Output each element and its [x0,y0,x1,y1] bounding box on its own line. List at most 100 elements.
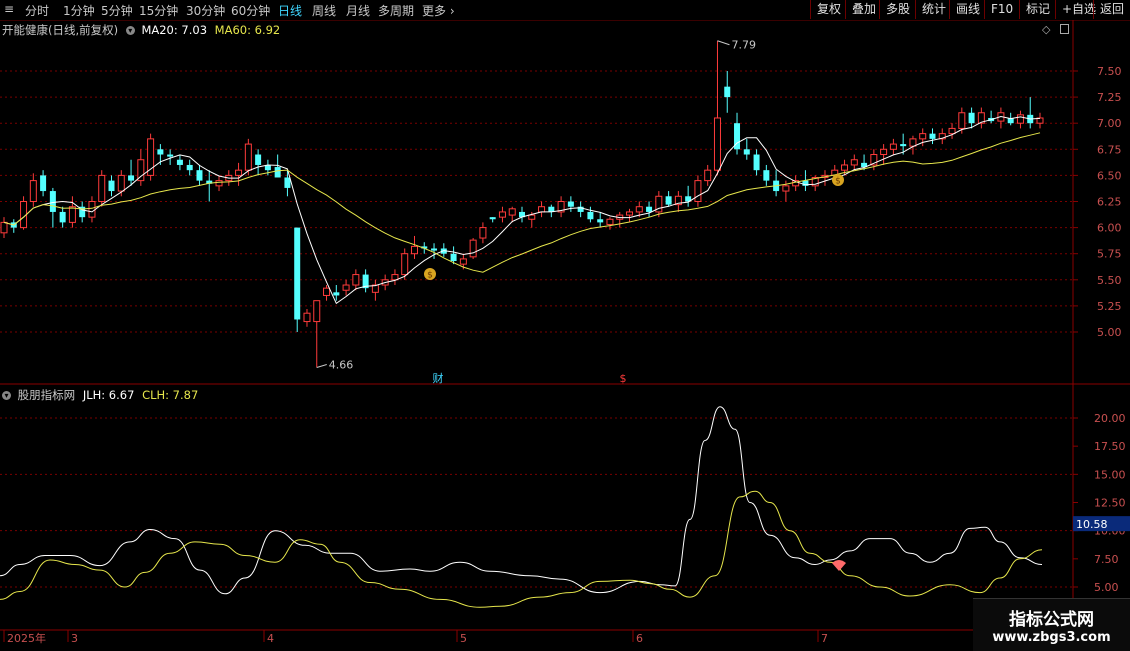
diamond-icon[interactable]: ◇ [1042,23,1050,36]
date-label: 4 [267,632,274,645]
candle-body[interactable] [29,180,37,202]
candle-body[interactable] [1016,114,1024,124]
candle-body[interactable] [919,133,927,140]
candle-body[interactable] [137,159,145,182]
period-tab[interactable]: 60分钟 [231,2,270,19]
candle-body[interactable] [244,143,252,171]
period-tab[interactable]: 多周期 [378,2,414,19]
candle-body[interactable] [342,284,350,291]
candle-body[interactable] [333,292,340,296]
candle-body[interactable] [274,167,281,178]
stock-title[interactable]: 开能健康(日线,前复权) [2,23,118,37]
candle-body[interactable] [743,149,750,155]
toolbar-button[interactable]: F10 [984,0,1019,19]
candle-body[interactable] [479,227,487,239]
candle-body[interactable] [646,206,653,212]
candle-body[interactable] [498,211,506,218]
toolbar-button[interactable]: 画线 [949,0,984,19]
candle-body[interactable] [108,180,115,192]
candle-body[interactable] [597,219,604,223]
period-tab[interactable]: 日线 [278,2,302,19]
dropdown-icon[interactable]: ▾ [125,26,135,35]
candle-body[interactable] [68,206,76,223]
period-tab[interactable]: 30分钟 [186,2,225,19]
toolbar-button[interactable]: 多股 [879,0,915,19]
candle-body[interactable] [0,221,8,234]
indicator-title[interactable]: 股朋指标网 [18,388,76,402]
candle-body[interactable] [323,287,331,296]
candle-body[interactable] [147,138,155,176]
candle-body[interactable] [235,169,243,176]
candle-body[interactable] [186,164,193,171]
toolbar-button[interactable]: 标记 [1019,0,1055,19]
candle-body[interactable] [538,206,546,213]
period-tab[interactable]: 分时 [25,2,49,19]
candle-body[interactable] [606,218,614,225]
period-tab[interactable]: 周线 [312,2,336,19]
candle-body[interactable] [958,112,966,129]
candle-body[interactable] [49,191,56,212]
candle-body[interactable] [59,211,66,223]
candle-body[interactable] [40,175,47,192]
candle-body[interactable] [841,164,849,171]
candle-body[interactable] [176,159,183,165]
candle-body[interactable] [401,253,409,276]
candle-body[interactable] [880,148,888,156]
candle-body[interactable] [450,253,457,262]
candle-body[interactable] [88,201,96,218]
menu-icon[interactable]: ≡ [4,2,14,16]
candle-body[interactable] [850,159,858,166]
candle-body[interactable] [508,208,516,216]
candle-body[interactable] [968,112,975,124]
candle-body[interactable] [665,196,672,205]
candle-body[interactable] [352,274,360,286]
candle-body[interactable] [704,169,712,182]
candle-body[interactable] [929,133,936,139]
toolbar-button[interactable]: 复权 [810,0,845,19]
candle-body[interactable] [469,239,477,258]
candle-body[interactable] [635,206,643,213]
candle-body[interactable] [215,180,223,187]
candle-body[interactable] [98,174,106,202]
candle-body[interactable] [255,154,262,165]
candle-body[interactable] [694,180,702,202]
candle-body[interactable] [196,170,203,181]
candle-body[interactable] [753,154,760,171]
candle-body[interactable] [724,86,731,98]
candle-body[interactable] [626,211,634,216]
candle-body[interactable] [900,144,907,147]
candle-body[interactable] [157,149,164,155]
candle-body[interactable] [909,138,917,147]
period-tab[interactable]: 5分钟 [101,2,133,19]
candle-body[interactable] [489,217,496,220]
dropdown-icon[interactable]: ▾ [2,391,11,400]
candle-body[interactable] [303,312,311,323]
candle-body[interactable] [528,214,536,220]
candle-body[interactable] [889,143,897,150]
period-tab[interactable]: 更多 › [422,2,455,19]
toolbar-button[interactable]: 返回 [1093,0,1130,19]
period-tab[interactable]: 1分钟 [63,2,95,19]
panel-toggle-icon[interactable] [1060,24,1069,34]
candle-body[interactable] [410,245,418,255]
candle-body[interactable] [117,174,125,192]
candle-body[interactable] [128,175,135,181]
candle-body[interactable] [167,154,174,157]
candle-body[interactable] [284,177,291,188]
candle-body[interactable] [294,227,301,320]
period-tab[interactable]: 15分钟 [139,2,178,19]
toolbar-button[interactable]: 叠加 [845,0,879,19]
candle-body[interactable] [567,201,574,207]
candle-body[interactable] [782,185,790,192]
candle-body[interactable] [431,248,438,251]
period-tab[interactable]: 月线 [346,2,370,19]
stock-chart: 5.00 5.25 5.50 5.75 6.00 6.25 6.50 6.75 7.00 7.25… [0,20,1130,650]
toolbar-button[interactable]: 统计 [915,0,949,19]
candle-body[interactable] [459,258,467,265]
toolbar-button[interactable]: +自选 [1055,0,1096,19]
candle-body[interactable] [587,211,594,220]
candle-body[interactable] [763,170,770,181]
candle-body[interactable] [948,127,956,135]
candle-body[interactable] [713,117,721,171]
candle-body[interactable] [313,300,321,323]
